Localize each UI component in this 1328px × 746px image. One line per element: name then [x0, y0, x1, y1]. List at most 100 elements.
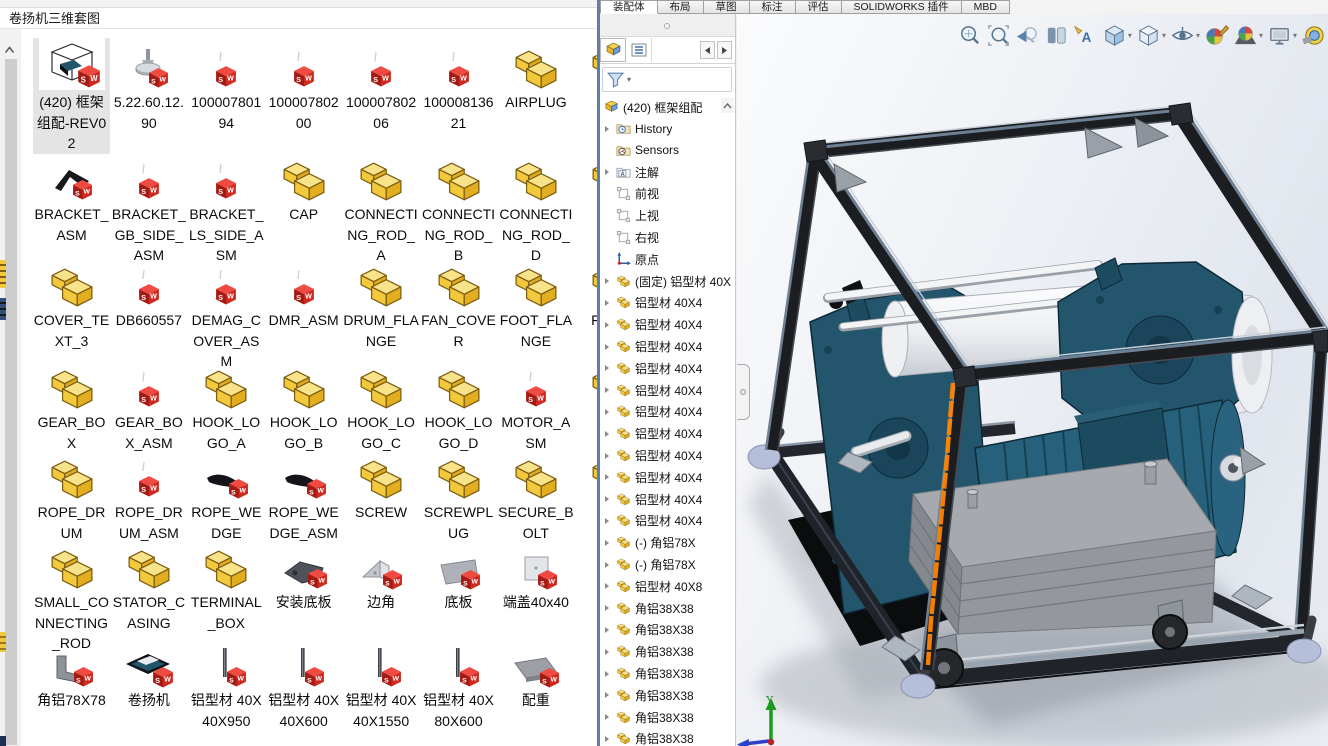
- file-item[interactable]: HOOK_LOGO_D: [420, 358, 497, 453]
- view-orientation-button[interactable]: ▾: [1102, 23, 1132, 48]
- expander-icon[interactable]: [605, 714, 616, 720]
- commandmanager-tab[interactable]: MBD: [961, 0, 1010, 14]
- file-item[interactable]: SW 安装底板: [265, 538, 342, 613]
- feature-tree-item[interactable]: 角铝38X38: [605, 641, 731, 662]
- graphics-viewport[interactable]: A ▾ ▾ ▾: [737, 14, 1328, 746]
- expander-icon[interactable]: [605, 562, 616, 568]
- expander-icon[interactable]: [605, 518, 616, 524]
- file-item[interactable]: DRUM_FLANGE: [343, 256, 420, 351]
- edit-appearance-button[interactable]: [1204, 23, 1229, 48]
- feature-tree-item[interactable]: 前视: [605, 183, 731, 204]
- file-item[interactable]: SW 10000813621: [420, 38, 497, 133]
- expander-icon[interactable]: [605, 300, 616, 306]
- apply-scene-button[interactable]: ▾: [1233, 23, 1263, 48]
- expander-icon[interactable]: [605, 671, 616, 677]
- feature-tree-item[interactable]: 角铝38X38: [605, 685, 731, 706]
- feature-tree-item[interactable]: 铝型材 40X4: [605, 489, 731, 510]
- file-item[interactable]: [33, 733, 110, 746]
- file-item[interactable]: SW 卷扬机: [110, 636, 187, 711]
- expander-icon[interactable]: [605, 344, 616, 350]
- file-item[interactable]: SW 铝型材 40X40X600: [265, 636, 342, 731]
- expander-icon[interactable]: [605, 649, 616, 655]
- feature-tree-item[interactable]: History: [605, 118, 731, 139]
- file-item[interactable]: GEAR_BOX: [33, 358, 110, 453]
- expander-icon[interactable]: [605, 365, 616, 371]
- expander-icon[interactable]: [605, 474, 616, 480]
- expander-icon[interactable]: [605, 540, 616, 546]
- file-item[interactable]: SECURE_BOLT: [497, 448, 574, 543]
- file-item[interactable]: SW 5.22.60.12.90: [110, 38, 187, 133]
- display-style-button[interactable]: ▾: [1136, 23, 1166, 48]
- file-item[interactable]: SW BRACKET_LS_SIDE_ASM: [188, 150, 265, 266]
- file-item[interactable]: SW 底板: [420, 538, 497, 613]
- file-item[interactable]: CAP: [265, 150, 342, 225]
- feature-tree-item[interactable]: 铝型材 40X8: [605, 576, 731, 597]
- file-item[interactable]: SW 铝型材 40X40X950: [188, 636, 265, 731]
- commandmanager-tab[interactable]: 标注: [749, 0, 796, 14]
- file-item[interactable]: SW 10000780206: [343, 38, 420, 133]
- feature-tree-item[interactable]: Sensors: [605, 140, 731, 161]
- feature-tree-item[interactable]: 铝型材 40X4: [605, 401, 731, 422]
- expander-icon[interactable]: [605, 126, 616, 132]
- file-item[interactable]: CONNECTING_ROD_B: [420, 150, 497, 266]
- feature-tree-item[interactable]: A 注解: [605, 162, 731, 183]
- file-item[interactable]: SW 端盖40x40: [497, 538, 574, 613]
- expander-icon[interactable]: [605, 453, 616, 459]
- hide-show-items-button[interactable]: ▾: [1170, 23, 1200, 48]
- section-view-button[interactable]: [1044, 23, 1069, 48]
- feature-tree-item[interactable]: 铝型材 40X4: [605, 292, 731, 313]
- feature-tree-item[interactable]: 角铝38X38: [605, 707, 731, 728]
- file-item[interactable]: CONNECTING_ROD_A: [343, 150, 420, 266]
- file-item[interactable]: SW ROPE_WEDGE_ASM: [265, 448, 342, 543]
- file-item[interactable]: SW 10000780194: [188, 38, 265, 133]
- file-item[interactable]: SW 铝型材 40X80X600: [420, 636, 497, 731]
- file-item[interactable]: FAN_COVER: [420, 256, 497, 351]
- file-item[interactable]: CONNECTING_ROD_D: [497, 150, 574, 266]
- dropdown-caret-icon[interactable]: ▾: [1162, 31, 1166, 40]
- feature-tree-item[interactable]: 右视: [605, 227, 731, 248]
- commandmanager-tab[interactable]: 装配体: [600, 0, 658, 14]
- file-item[interactable]: SW (420) 框架组配-REV02: [33, 38, 110, 154]
- file-item[interactable]: TERMINAL_BOX: [188, 538, 265, 633]
- file-item[interactable]: SW 配重: [497, 636, 574, 711]
- file-item[interactable]: ROPE_DRUM: [33, 448, 110, 543]
- file-item[interactable]: STATOR_CASING: [110, 538, 187, 633]
- expander-icon[interactable]: [605, 736, 616, 742]
- commandmanager-tab[interactable]: 评估: [795, 0, 842, 14]
- feature-tree-item[interactable]: (固定) 铝型材 40X: [605, 271, 731, 292]
- file-item[interactable]: SW 10000780200: [265, 38, 342, 133]
- file-item[interactable]: SW DB660557: [110, 256, 187, 331]
- expander-icon[interactable]: [605, 431, 616, 437]
- dropdown-caret-icon[interactable]: ▾: [1293, 31, 1297, 40]
- dropdown-caret-icon[interactable]: ▾: [1196, 31, 1200, 40]
- file-item[interactable]: AIRPLUG: [497, 38, 574, 113]
- expander-icon[interactable]: [605, 322, 616, 328]
- feature-tree-item[interactable]: 铝型材 40X4: [605, 445, 731, 466]
- feature-tree-item[interactable]: 角铝38X38: [605, 728, 731, 746]
- file-item[interactable]: SW 铝型材 40X40X1550: [343, 636, 420, 731]
- file-item[interactable]: SW 角铝78X78: [33, 636, 110, 711]
- file-item[interactable]: COVER_TEXT_3: [33, 256, 110, 351]
- annotation-visibility-button[interactable]: A: [1073, 23, 1098, 48]
- file-item[interactable]: SW 边角: [343, 538, 420, 613]
- file-item[interactable]: SW MOTOR_ASM: [497, 358, 574, 453]
- scroll-up-icon[interactable]: [4, 41, 15, 59]
- file-item[interactable]: SW ROPE_DRUM_ASM: [110, 448, 187, 543]
- file-item[interactable]: SW BRACKET_ASM: [33, 150, 110, 245]
- file-item[interactable]: SCREWPLUG: [420, 448, 497, 543]
- feature-tree-item[interactable]: 角铝38X38: [605, 598, 731, 619]
- commandmanager-tab[interactable]: 布局: [657, 0, 704, 14]
- expander-icon[interactable]: [605, 169, 616, 175]
- expander-icon[interactable]: [605, 692, 616, 698]
- zoom-to-area-button[interactable]: [986, 23, 1011, 48]
- file-item[interactable]: SW GEAR_BOX_ASM: [110, 358, 187, 453]
- feature-tree-item[interactable]: 铝型材 40X4: [605, 358, 731, 379]
- feature-tree-item[interactable]: (-) 角铝78X: [605, 554, 731, 575]
- file-item[interactable]: HOOK_LOGO_A: [188, 358, 265, 453]
- file-item[interactable]: FOOT_FLANGE: [497, 256, 574, 351]
- feature-tree-item[interactable]: 铝型材 40X4: [605, 467, 731, 488]
- expander-icon[interactable]: [605, 605, 616, 611]
- expander-icon[interactable]: [605, 409, 616, 415]
- file-item[interactable]: SW ROPE_WEDGE: [188, 448, 265, 543]
- view-settings-button[interactable]: ▾: [1267, 23, 1297, 48]
